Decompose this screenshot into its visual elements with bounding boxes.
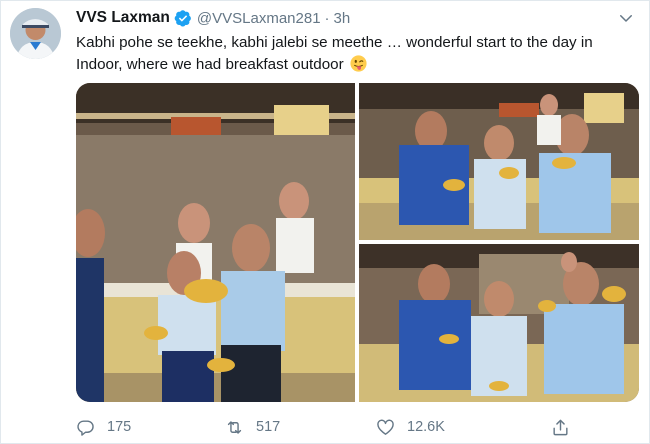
photo-1-image [76, 83, 355, 402]
photo-3-image [359, 244, 639, 402]
tweet-text-container: Kabhi pohe se teekhe, kabhi jalebi se me… [76, 32, 641, 76]
reply-button[interactable]: 175 [76, 415, 131, 439]
heart-icon [377, 419, 394, 435]
photo-2-image [359, 83, 639, 240]
reply-icon [77, 419, 94, 436]
retweet-count: 517 [256, 419, 281, 435]
tweet-text: Kabhi pohe se teekhe, kabhi jalebi se me… [76, 34, 593, 73]
share-icon [553, 419, 568, 435]
separator-dot: · [324, 9, 330, 27]
like-count: 12.6K [407, 419, 445, 435]
photo-1[interactable] [76, 83, 355, 402]
avatar[interactable] [10, 8, 61, 59]
verified-badge-icon [174, 9, 192, 27]
author-name[interactable]: VVS Laxman [76, 9, 170, 27]
tweet-header: VVS Laxman @VVSLaxman281 · 3h [76, 7, 350, 29]
photo-2[interactable] [359, 83, 639, 240]
like-button[interactable]: 12.6K [376, 415, 445, 439]
tongue-out-face-icon [350, 55, 367, 72]
avatar-image [10, 8, 61, 59]
timestamp[interactable]: 3h [334, 10, 351, 27]
tweet-card[interactable]: VVS Laxman @VVSLaxman281 · 3h Kabhi pohe… [0, 0, 650, 444]
share-button[interactable] [551, 415, 582, 439]
reply-count: 175 [107, 419, 132, 435]
media-grid [76, 83, 639, 402]
tweet-actions: 175 517 12.6K [76, 415, 616, 439]
chevron-down-icon[interactable] [617, 9, 635, 27]
retweet-button[interactable]: 517 [225, 415, 280, 439]
photo-3[interactable] [359, 244, 639, 402]
author-handle[interactable]: @VVSLaxman281 [197, 10, 321, 27]
retweet-icon [227, 420, 242, 434]
